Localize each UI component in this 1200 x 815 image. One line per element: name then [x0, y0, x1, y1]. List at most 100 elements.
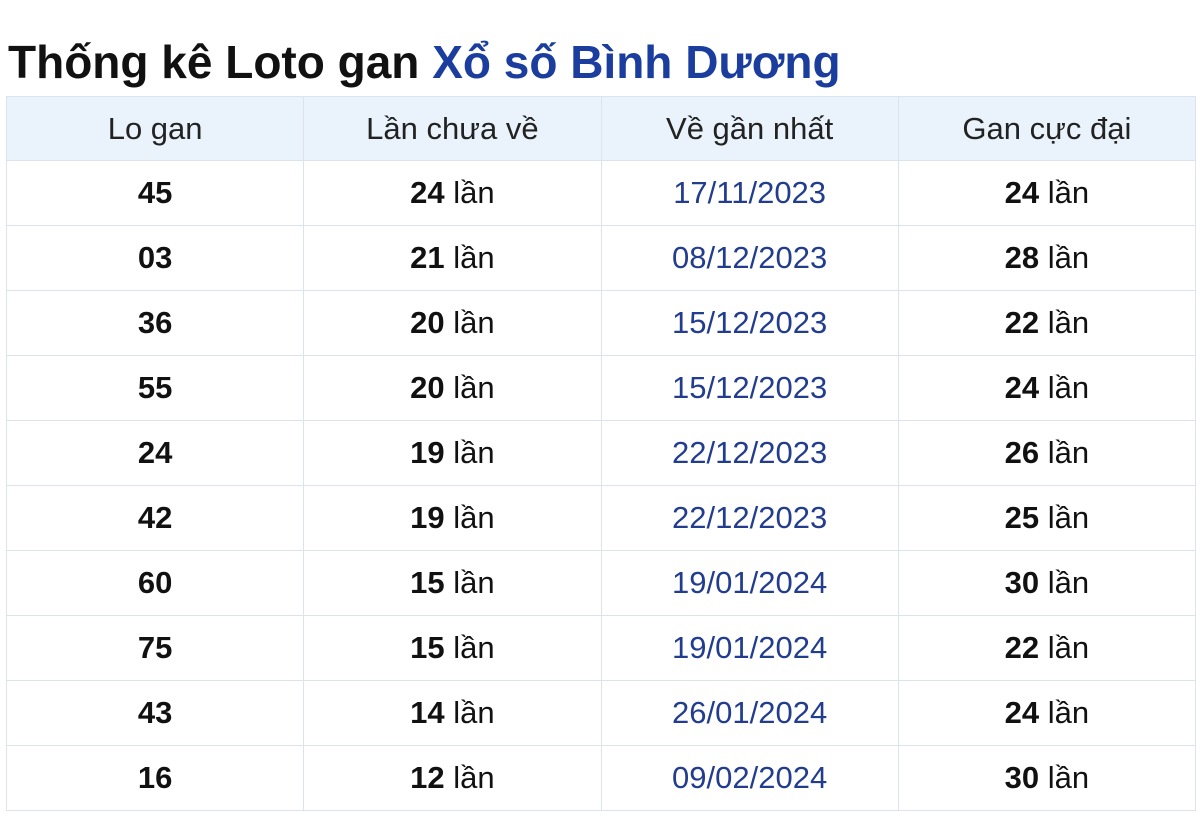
lo-number-cell: 36 — [5, 290, 305, 356]
page-title: Thống kê Loto gan Xổ số Bình Dương — [8, 30, 841, 94]
lan-chua-ve-cell: 15 lần — [303, 550, 602, 616]
ve-gan-nhat-date-link[interactable]: 19/01/2024 — [672, 630, 827, 665]
table-row: 03 21 lần 08/12/2023 28 lần — [5, 225, 1197, 291]
gan-cuc-dai-cell: 22 lần — [897, 615, 1197, 681]
lan-chua-ve-cell: 12 lần — [303, 745, 602, 811]
ve-gan-nhat-date-link[interactable]: 09/02/2024 — [672, 760, 827, 795]
ve-gan-nhat-date-link[interactable]: 08/12/2023 — [672, 240, 827, 275]
ve-gan-nhat-cell: 19/01/2024 — [600, 615, 899, 681]
table-row: 43 14 lần 26/01/2024 24 lần — [5, 680, 1197, 746]
lo-number: 45 — [137, 175, 173, 210]
gan-cuc-dai-count: 28 — [1004, 240, 1040, 275]
ve-gan-nhat-date-link[interactable]: 15/12/2023 — [672, 305, 827, 340]
lan-chua-ve-cell: 20 lần — [303, 290, 602, 356]
ve-gan-nhat-date-link[interactable]: 17/11/2023 — [673, 175, 826, 210]
gan-cuc-dai-unit: lần — [1047, 565, 1090, 600]
header-gan-cuc-dai: Gan cực đại — [897, 96, 1197, 161]
lo-number-cell: 60 — [5, 550, 305, 616]
lo-number: 55 — [137, 370, 173, 405]
ve-gan-nhat-cell: 15/12/2023 — [600, 290, 899, 356]
lan-chua-ve-cell: 19 lần — [303, 485, 602, 551]
lan-chua-ve-count: 12 — [410, 760, 445, 795]
gan-cuc-dai-count: 25 — [1004, 500, 1040, 535]
gan-cuc-dai-count: 30 — [1004, 565, 1040, 600]
gan-cuc-dai-unit: lần — [1047, 435, 1090, 470]
ve-gan-nhat-cell: 15/12/2023 — [600, 355, 899, 421]
ve-gan-nhat-cell: 08/12/2023 — [600, 225, 899, 291]
lo-number-cell: 43 — [5, 680, 305, 746]
ve-gan-nhat-date-link[interactable]: 26/01/2024 — [672, 695, 827, 730]
lan-chua-ve-count: 15 — [410, 630, 445, 665]
lan-chua-ve-unit: lần — [453, 240, 495, 275]
header-lo-gan: Lo gan — [5, 96, 305, 161]
lan-chua-ve-count: 20 — [410, 370, 445, 405]
lo-number: 60 — [137, 565, 173, 600]
lo-number-cell: 42 — [5, 485, 305, 551]
lan-chua-ve-unit: lần — [453, 630, 495, 665]
lo-number: 03 — [137, 240, 173, 275]
table-row: 36 20 lần 15/12/2023 22 lần — [5, 290, 1197, 356]
lo-number: 16 — [137, 760, 173, 795]
ve-gan-nhat-cell: 17/11/2023 — [600, 160, 899, 226]
lan-chua-ve-unit: lần — [453, 695, 495, 730]
lo-number: 43 — [137, 695, 173, 730]
gan-cuc-dai-unit: lần — [1047, 500, 1090, 535]
gan-cuc-dai-count: 24 — [1004, 175, 1040, 210]
lo-number: 42 — [137, 500, 173, 535]
header-ve-gan-nhat: Về gần nhất — [600, 96, 899, 161]
ve-gan-nhat-date-link[interactable]: 22/12/2023 — [672, 500, 827, 535]
lan-chua-ve-count: 14 — [410, 695, 445, 730]
lo-number-cell: 75 — [5, 615, 305, 681]
table-body: 45 24 lần 17/11/2023 24 lần 03 21 lần 08… — [5, 160, 1197, 811]
lan-chua-ve-unit: lần — [453, 370, 495, 405]
lo-number-cell: 16 — [5, 745, 305, 811]
lo-number-cell: 55 — [5, 355, 305, 421]
lan-chua-ve-cell: 21 lần — [303, 225, 602, 291]
lan-chua-ve-count: 19 — [410, 500, 445, 535]
gan-cuc-dai-unit: lần — [1047, 760, 1090, 795]
lo-number: 75 — [137, 630, 173, 665]
table-row: 60 15 lần 19/01/2024 30 lần — [5, 550, 1197, 616]
table-row: 75 15 lần 19/01/2024 22 lần — [5, 615, 1197, 681]
lan-chua-ve-unit: lần — [453, 500, 495, 535]
lan-chua-ve-count: 24 — [410, 175, 445, 210]
gan-cuc-dai-cell: 22 lần — [897, 290, 1197, 356]
ve-gan-nhat-cell: 19/01/2024 — [600, 550, 899, 616]
gan-cuc-dai-cell: 28 lần — [897, 225, 1197, 291]
lan-chua-ve-unit: lần — [453, 305, 495, 340]
lan-chua-ve-cell: 14 lần — [303, 680, 602, 746]
gan-cuc-dai-count: 22 — [1004, 305, 1040, 340]
lan-chua-ve-unit: lần — [453, 175, 495, 210]
lo-number-cell: 45 — [5, 160, 305, 226]
ve-gan-nhat-date-link[interactable]: 22/12/2023 — [672, 435, 827, 470]
gan-cuc-dai-unit: lần — [1047, 305, 1090, 340]
gan-cuc-dai-unit: lần — [1047, 630, 1090, 665]
gan-cuc-dai-count: 30 — [1004, 760, 1040, 795]
ve-gan-nhat-cell: 22/12/2023 — [600, 485, 899, 551]
gan-cuc-dai-count: 26 — [1004, 435, 1040, 470]
lan-chua-ve-cell: 20 lần — [303, 355, 602, 421]
gan-cuc-dai-cell: 26 lần — [897, 420, 1197, 486]
ve-gan-nhat-date-link[interactable]: 15/12/2023 — [672, 370, 827, 405]
gan-cuc-dai-unit: lần — [1047, 175, 1090, 210]
page-title-prefix: Thống kê Loto gan — [8, 36, 433, 88]
header-lan-chua-ve: Lần chưa về — [303, 96, 602, 161]
table-row: 55 20 lần 15/12/2023 24 lần — [5, 355, 1197, 421]
lottery-province-link[interactable]: Xổ số Bình Dương — [432, 36, 840, 88]
lo-number-cell: 24 — [5, 420, 305, 486]
lan-chua-ve-count: 19 — [410, 435, 445, 470]
lan-chua-ve-unit: lần — [453, 760, 495, 795]
table-row: 42 19 lần 22/12/2023 25 lần — [5, 485, 1197, 551]
lan-chua-ve-cell: 19 lần — [303, 420, 602, 486]
ve-gan-nhat-cell: 22/12/2023 — [600, 420, 899, 486]
ve-gan-nhat-date-link[interactable]: 19/01/2024 — [672, 565, 827, 600]
gan-cuc-dai-count: 22 — [1004, 630, 1040, 665]
lan-chua-ve-count: 15 — [410, 565, 445, 600]
gan-cuc-dai-cell: 24 lần — [897, 160, 1197, 226]
table-row: 24 19 lần 22/12/2023 26 lần — [5, 420, 1197, 486]
ve-gan-nhat-cell: 09/02/2024 — [600, 745, 899, 811]
table-row: 45 24 lần 17/11/2023 24 lần — [5, 160, 1197, 226]
lan-chua-ve-cell: 15 lần — [303, 615, 602, 681]
gan-cuc-dai-cell: 30 lần — [897, 745, 1197, 811]
lan-chua-ve-count: 21 — [410, 240, 445, 275]
